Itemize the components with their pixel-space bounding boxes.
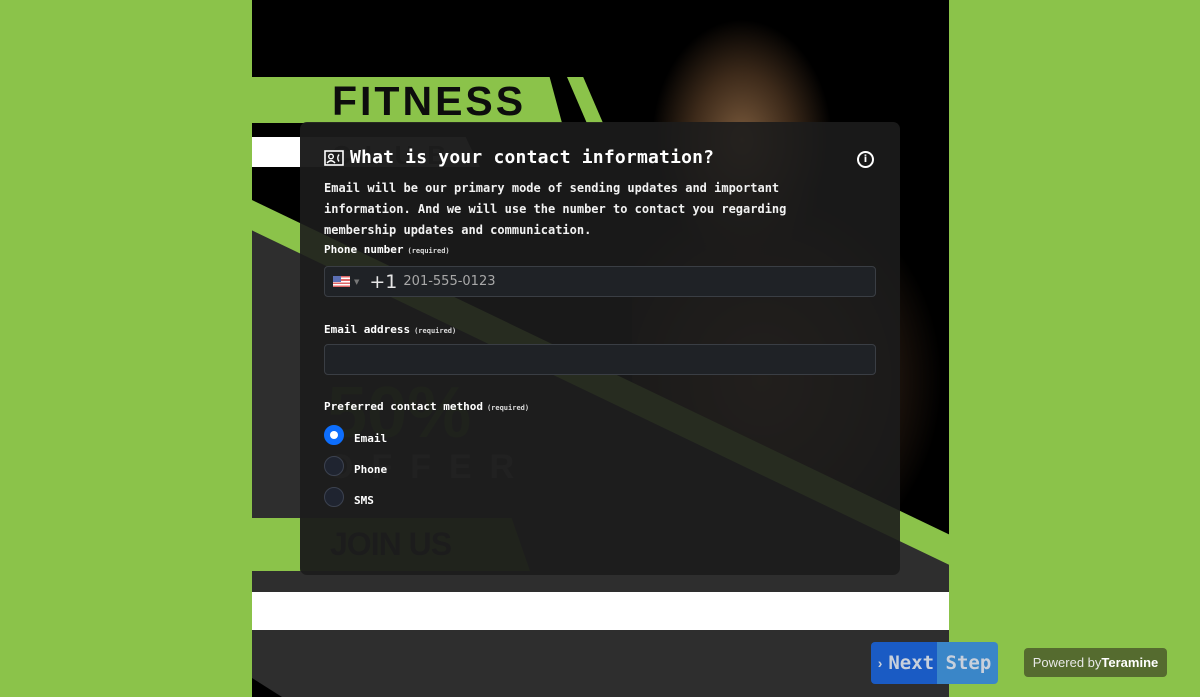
email-input[interactable] [324, 344, 876, 375]
phone-label: Phone number (required) [324, 243, 450, 256]
poster-green-block [252, 518, 302, 571]
form-description: Email will be our primary mode of sendin… [324, 181, 787, 237]
email-label-text: Email address [324, 323, 411, 336]
powered-by-badge[interactable]: Powered by Teramine [1024, 648, 1167, 677]
contact-method-label-text: Preferred contact method [324, 400, 483, 413]
country-dropdown-caret-icon[interactable]: ▼ [354, 278, 359, 286]
radio-phone[interactable] [324, 456, 344, 476]
radio-sms[interactable] [324, 487, 344, 507]
radio-option-sms[interactable]: SMS [324, 487, 374, 507]
phone-required-tag: (required) [407, 247, 450, 255]
poster-title: FITNESS [332, 78, 527, 124]
radio-option-phone[interactable]: Phone [324, 456, 387, 476]
contact-method-label: Preferred contact method (required) [324, 400, 529, 413]
contact-method-required-tag: (required) [486, 404, 530, 412]
contact-form-card: What is your contact information? i Emai… [300, 122, 900, 575]
us-flag-icon[interactable] [333, 276, 350, 287]
next-step-label: Next Step [888, 652, 992, 674]
email-label: Email address (required) [324, 323, 456, 336]
contact-card-icon [324, 149, 344, 166]
radio-option-email[interactable]: Email [324, 425, 387, 445]
chevron-right-icon: › [877, 655, 883, 671]
radio-email[interactable] [324, 425, 344, 445]
info-icon[interactable]: i [857, 151, 874, 168]
radio-label-sms: SMS [354, 493, 374, 507]
radio-label-email: Email [354, 431, 388, 445]
phone-label-text: Phone number [324, 243, 404, 256]
radio-label-phone: Phone [354, 462, 388, 476]
powered-by-brand: Teramine [1101, 655, 1159, 670]
form-header: What is your contact information? [324, 147, 714, 168]
poster-white-band [252, 592, 949, 630]
next-step-button[interactable]: › Next Step [871, 642, 998, 684]
powered-by-prefix: Powered by [1032, 655, 1102, 670]
phone-field: ▼ +1 [324, 266, 876, 297]
dial-code: +1 [369, 270, 398, 293]
phone-input[interactable] [403, 274, 844, 289]
form-title: What is your contact information? [350, 147, 715, 168]
poster-bottom [252, 630, 949, 697]
email-required-tag: (required) [414, 327, 457, 335]
poster-slash [567, 77, 603, 123]
